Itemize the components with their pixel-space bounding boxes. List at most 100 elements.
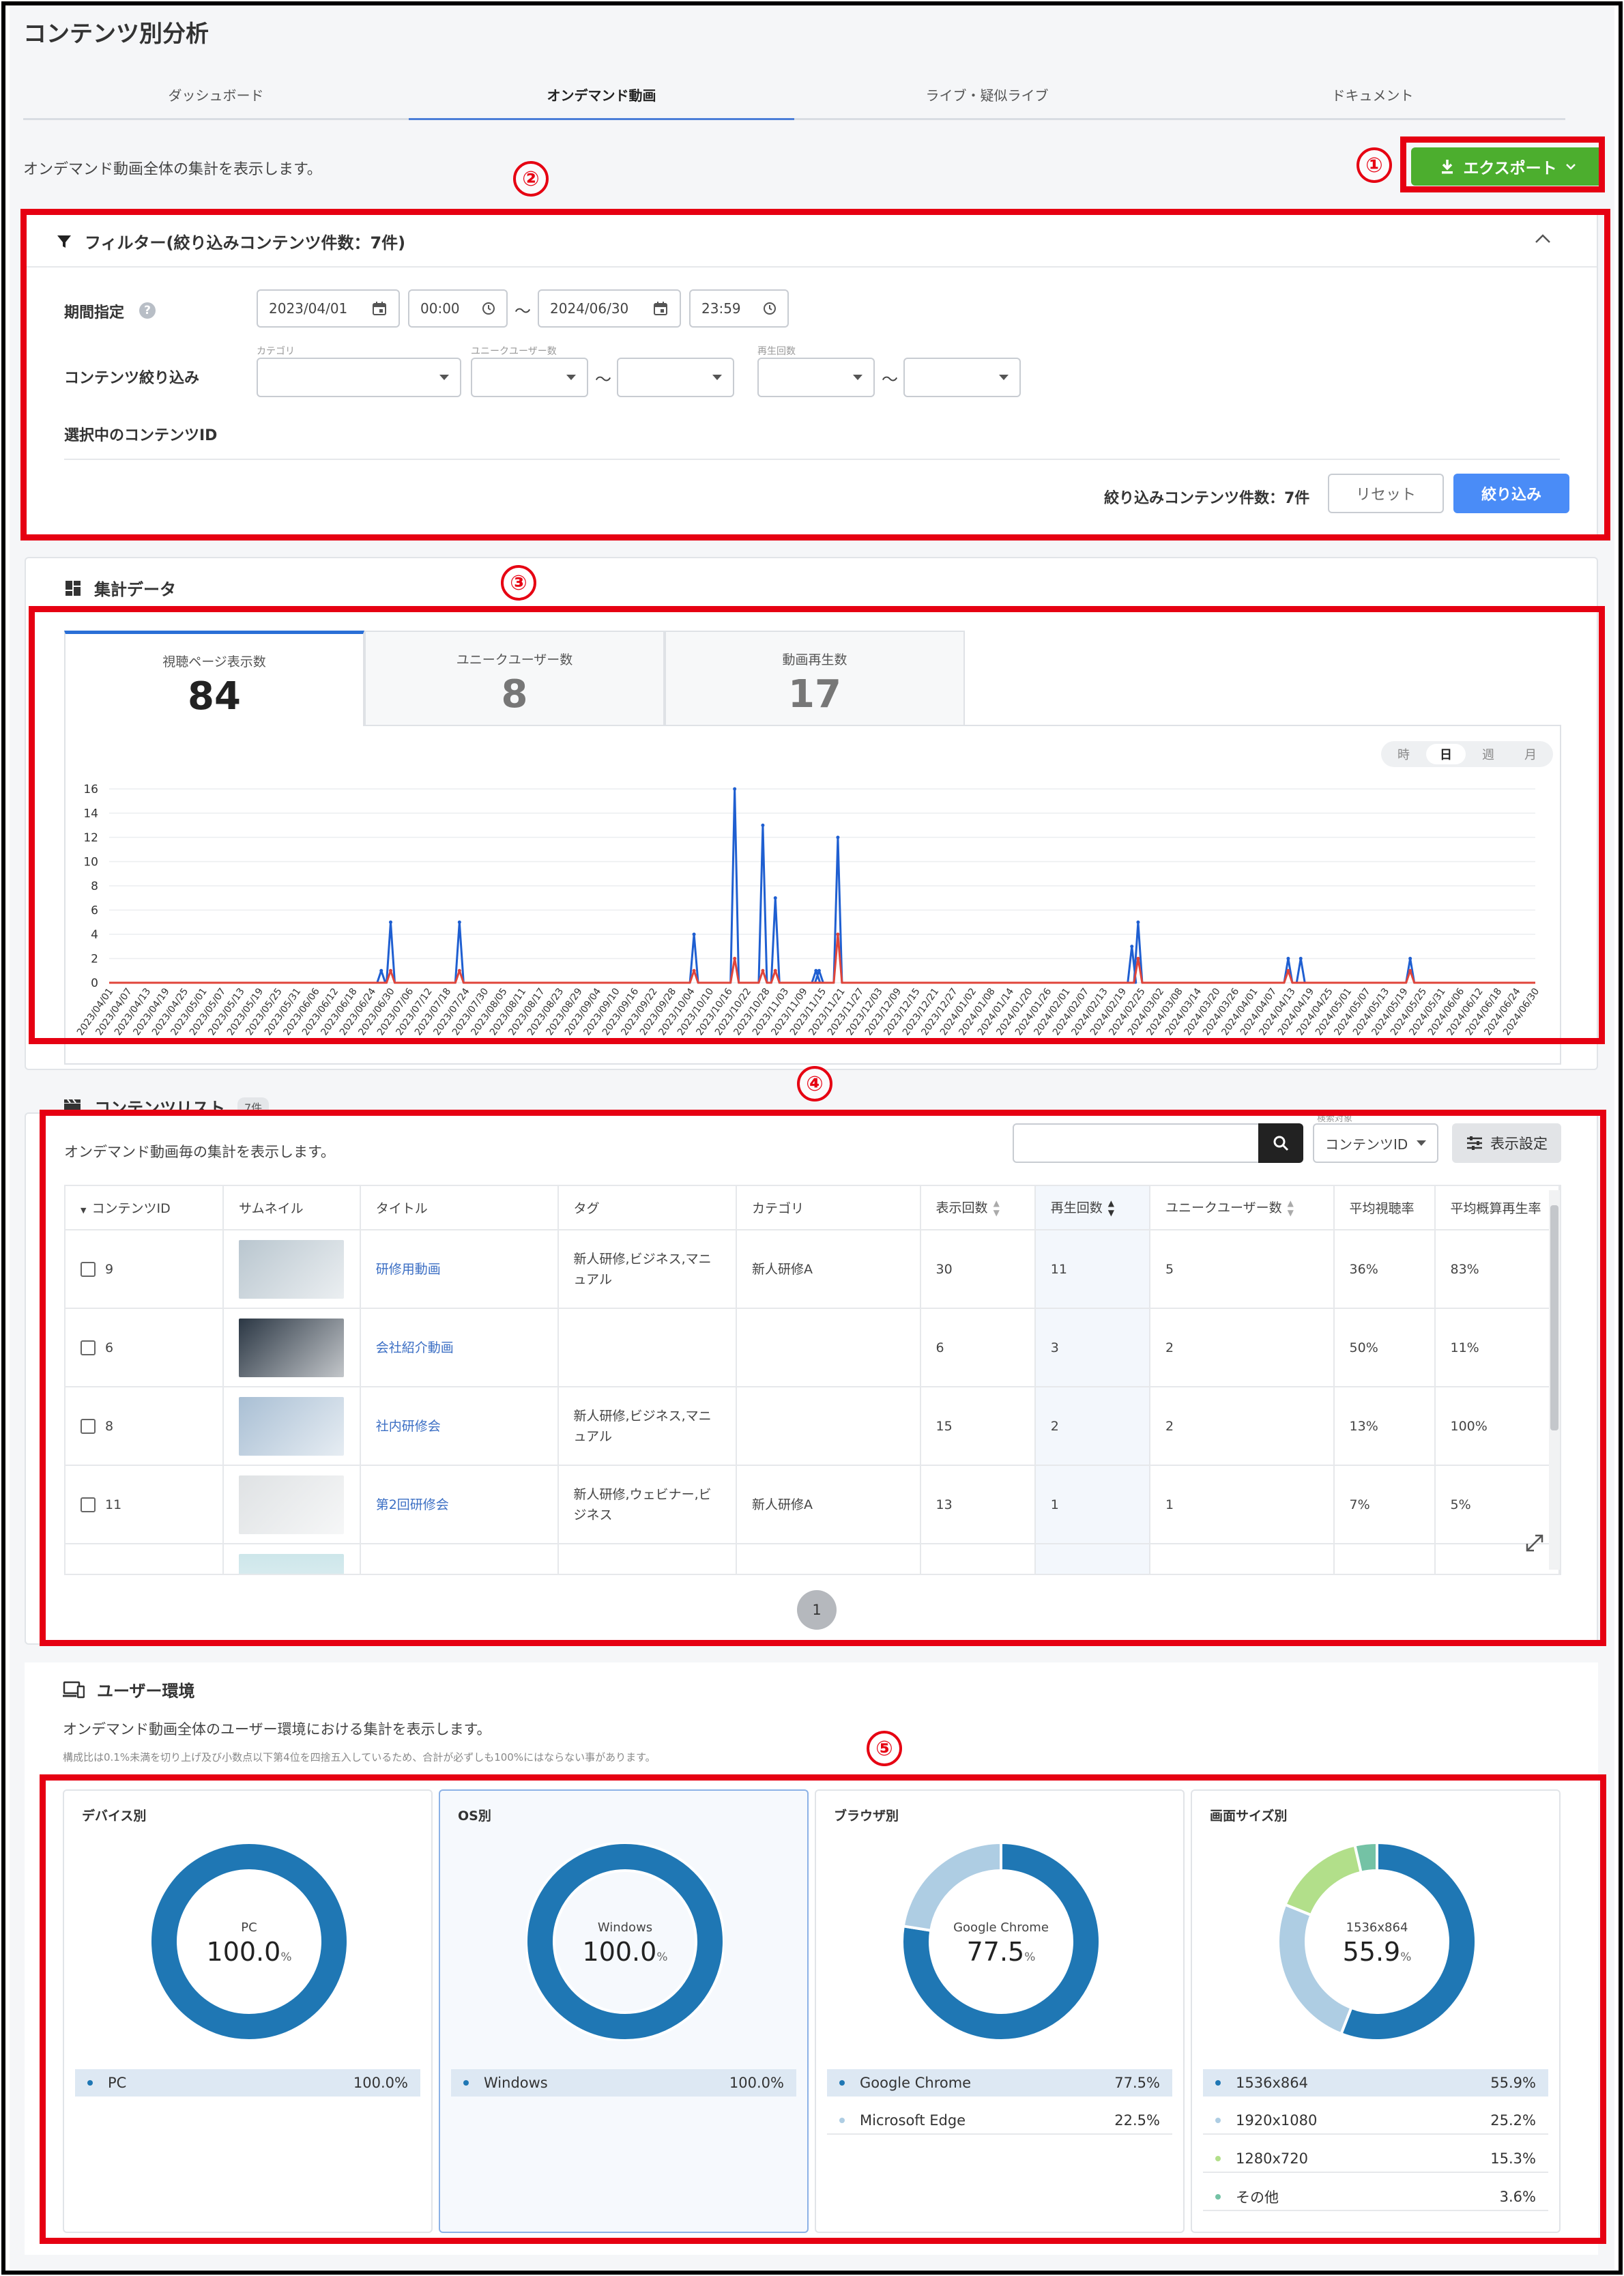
tab-page-views[interactable]: 視聴ページ表示数 84 — [64, 631, 364, 728]
content-id-text: 9 — [105, 1261, 114, 1277]
thumbnail-image[interactable] — [239, 1475, 345, 1534]
title-link[interactable]: 社内研修会 — [376, 1419, 441, 1434]
plays-max-select[interactable] — [903, 358, 1021, 397]
data-point[interactable] — [1286, 968, 1290, 973]
tab-document[interactable]: ドキュメント — [1180, 71, 1565, 118]
table-row[interactable]: 9 研修用動画 新人研修,ビジネス,マニュアル 新人研修A 30 11 5 36% 83% — [66, 1230, 1560, 1309]
data-point[interactable] — [733, 957, 737, 960]
legend-row[interactable]: その他 3.6% — [1203, 2184, 1548, 2211]
title-link[interactable]: 第2回研修会 — [376, 1497, 449, 1512]
data-point[interactable] — [761, 823, 765, 827]
data-point[interactable] — [814, 968, 818, 973]
data-point[interactable] — [1286, 957, 1290, 960]
category-select[interactable] — [257, 358, 461, 397]
data-point[interactable] — [761, 968, 765, 973]
row-checkbox[interactable] — [81, 1497, 96, 1512]
data-point[interactable] — [389, 920, 392, 924]
data-point[interactable] — [389, 968, 392, 973]
row-checkbox[interactable] — [81, 1419, 96, 1434]
data-point[interactable] — [836, 835, 840, 839]
legend-row[interactable]: PC 100.0% — [75, 2069, 420, 2097]
env-card[interactable]: 画面サイズ別 1536x864 55.9% 1536x864 55.9% 1920x108… — [1191, 1789, 1561, 2233]
thumbnail-image[interactable] — [239, 1239, 345, 1299]
data-point[interactable] — [692, 932, 696, 936]
data-point[interactable] — [457, 968, 461, 973]
row-checkbox[interactable] — [81, 1340, 96, 1355]
table-scrollbar[interactable] — [1549, 1190, 1560, 1570]
legend-row[interactable]: 1280x720 15.3% — [1203, 2146, 1548, 2173]
thumbnail-image[interactable] — [239, 1318, 345, 1377]
data-point[interactable] — [773, 968, 777, 973]
data-point[interactable] — [1136, 920, 1140, 924]
data-point[interactable] — [1408, 968, 1412, 973]
start-date-input[interactable]: 2023/04/01 — [257, 289, 400, 328]
reset-button[interactable]: リセット — [1328, 474, 1444, 513]
col-plays[interactable]: 再生回数 ▲ ▼ — [1034, 1186, 1150, 1230]
row-checkbox[interactable] — [81, 1262, 96, 1277]
title-link[interactable]: 会社紹介動画 — [376, 1340, 454, 1355]
data-point[interactable] — [1299, 957, 1303, 960]
table-row[interactable]: 8 社内研修会 新人研修,ビジネス,マニュアル 15 2 2 13% 100% — [66, 1387, 1560, 1466]
center-value-unit: % — [1400, 1950, 1412, 1964]
tab-live[interactable]: ライブ・疑似ライブ — [794, 71, 1180, 118]
chevron-up-icon[interactable] — [1534, 232, 1552, 246]
legend-row[interactable]: 1536x864 55.9% — [1203, 2069, 1548, 2097]
col-views[interactable]: 表示回数 ▲ ▼ — [920, 1186, 1036, 1230]
page-button-1[interactable]: 1 — [797, 1590, 837, 1630]
table-row[interactable]: 6 会社紹介動画 6 3 2 50% 11% — [66, 1308, 1560, 1387]
granularity-week[interactable]: 週 — [1468, 744, 1508, 764]
content-id-text: 6 — [105, 1340, 114, 1355]
data-point[interactable] — [1408, 957, 1412, 960]
env-card[interactable]: OS別 Windows 100.0% Windows 100.0% — [439, 1789, 809, 2233]
end-date-input[interactable]: 2024/06/30 — [538, 289, 681, 328]
page: コンテンツ別分析 ダッシュボード オンデマンド動画 ライブ・疑似ライブ ドキュメ… — [10, 5, 1614, 2270]
tab-unique-users-label: ユニークユーザー数 — [456, 652, 573, 667]
help-icon[interactable]: ? — [139, 302, 156, 319]
donut-slice[interactable] — [1283, 1843, 1363, 1917]
tab-unique-users[interactable]: ユニークユーザー数 8 — [364, 631, 665, 728]
data-point[interactable] — [692, 968, 696, 973]
cell-thumbnail — [223, 1230, 361, 1309]
plays-min-select[interactable] — [757, 358, 875, 397]
legend-row[interactable]: Google Chrome 77.5% — [827, 2069, 1172, 2097]
search-button[interactable] — [1258, 1123, 1303, 1163]
title-link[interactable]: 研修用動画 — [376, 1262, 441, 1277]
granularity-month[interactable]: 月 — [1511, 744, 1550, 764]
unique-users-max-select[interactable] — [617, 358, 734, 397]
tab-ondemand-video[interactable]: オンデマンド動画 — [409, 71, 794, 120]
search-input[interactable] — [1013, 1123, 1260, 1163]
unique-users-min-select[interactable] — [471, 358, 588, 397]
thumbnail-image[interactable] — [239, 1396, 345, 1456]
legend-dot — [1215, 2118, 1221, 2123]
end-time-input[interactable]: 23:59 — [689, 289, 789, 328]
data-point[interactable] — [773, 896, 777, 900]
legend-row[interactable]: Windows 100.0% — [451, 2069, 796, 2097]
data-point[interactable] — [817, 968, 821, 973]
tab-video-plays[interactable]: 動画再生数 17 — [665, 631, 965, 728]
col-content-id[interactable]: ▼ コンテンツID — [66, 1186, 224, 1230]
apply-filter-button[interactable]: 絞り込み — [1453, 474, 1569, 513]
export-button[interactable]: エクスポート — [1411, 147, 1605, 186]
granularity-hour[interactable]: 時 — [1384, 744, 1423, 764]
display-settings-button[interactable]: 表示設定 — [1452, 1123, 1561, 1163]
legend-row[interactable]: 1920x1080 25.2% — [1203, 2107, 1548, 2135]
legend-row[interactable]: Microsoft Edge 22.5% — [827, 2107, 1172, 2135]
scrollbar-thumb[interactable] — [1550, 1205, 1558, 1430]
search-target-select[interactable]: コンテンツID — [1313, 1123, 1438, 1163]
granularity-day[interactable]: 日 — [1426, 744, 1466, 764]
env-card[interactable]: ブラウザ別 Google Chrome 77.5% Google Chrome 77.5… — [815, 1789, 1185, 2233]
table-row[interactable]: 11 第2回研修会 新人研修,ウェビナー,ビジネス 新人研修A 13 1 1 7% 5% — [66, 1465, 1560, 1544]
donut-slice[interactable] — [902, 1843, 1002, 1933]
tab-dashboard[interactable]: ダッシュボード — [23, 71, 409, 118]
cell-title: 第2回研修会 — [360, 1465, 559, 1544]
col-unique-users[interactable]: ユニークユーザー数 ▲ ▼ — [1149, 1186, 1335, 1230]
data-point[interactable] — [457, 920, 461, 924]
env-card[interactable]: デバイス別 PC 100.0% PC 100.0% — [63, 1789, 433, 2233]
data-point[interactable] — [1136, 957, 1140, 960]
expand-icon[interactable] — [1524, 1533, 1545, 1553]
data-point[interactable] — [836, 932, 840, 936]
start-time-input[interactable]: 00:00 — [408, 289, 508, 328]
data-point[interactable] — [1130, 945, 1134, 949]
data-point[interactable] — [733, 787, 737, 791]
data-point[interactable] — [379, 968, 383, 973]
